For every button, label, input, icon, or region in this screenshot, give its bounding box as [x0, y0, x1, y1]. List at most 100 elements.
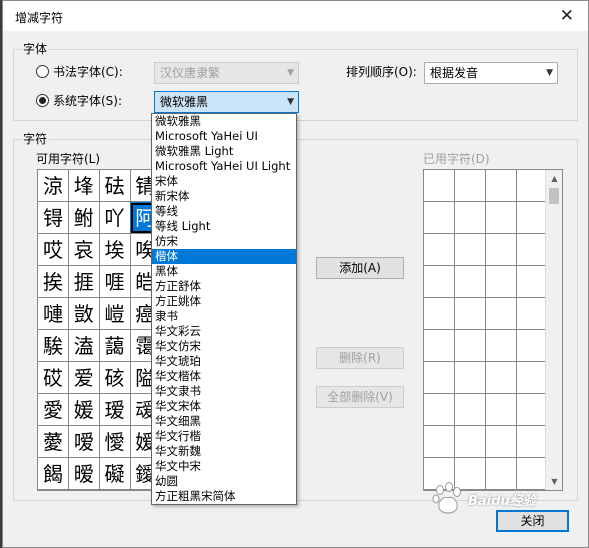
available-chars-grid[interactable]: 涼埄砝锖锝鲋吖阿哎哀埃唉挨捱啀皑嗹敳嵦癌騃溘藹霭砹爱硋隘愛媛瑷叆薆嗳懓嫒餲暧礙鑀: [37, 169, 162, 491]
used-char-cell[interactable]: [486, 394, 517, 426]
char-cell[interactable]: 嗳: [68, 426, 100, 458]
font-option[interactable]: 华文细黑: [152, 414, 296, 429]
font-option[interactable]: 方正舒体: [152, 279, 296, 294]
char-cell[interactable]: 哀: [68, 234, 100, 266]
used-char-cell[interactable]: [517, 362, 548, 394]
char-cell[interactable]: 藹: [99, 330, 131, 362]
used-char-cell[interactable]: [486, 426, 517, 458]
char-cell[interactable]: 啀: [99, 266, 131, 298]
char-cell[interactable]: 涼: [38, 170, 69, 202]
char-cell[interactable]: 埄: [68, 170, 100, 202]
used-char-cell[interactable]: [486, 266, 517, 298]
font-option[interactable]: 华文楷体: [152, 369, 296, 384]
used-char-cell[interactable]: [455, 234, 486, 266]
char-cell[interactable]: 騃: [38, 330, 69, 362]
used-char-cell[interactable]: [486, 298, 517, 330]
font-option[interactable]: 华文新魏: [152, 444, 296, 459]
font-option[interactable]: 华文中宋: [152, 459, 296, 474]
char-cell[interactable]: 愛: [38, 394, 69, 426]
used-char-cell[interactable]: [486, 362, 517, 394]
used-char-cell[interactable]: [517, 266, 548, 298]
used-char-cell[interactable]: [455, 330, 486, 362]
used-char-cell[interactable]: [517, 426, 548, 458]
font-option[interactable]: 微软雅黑: [152, 114, 296, 129]
used-char-cell[interactable]: [455, 298, 486, 330]
used-char-cell[interactable]: [517, 394, 548, 426]
font-option[interactable]: 幼圆: [152, 474, 296, 489]
used-char-cell[interactable]: [486, 234, 517, 266]
font-option[interactable]: 方正姚体: [152, 294, 296, 309]
scroll-down-arrow-icon[interactable]: ▼: [546, 473, 562, 490]
used-char-cell[interactable]: [424, 234, 455, 266]
char-cell[interactable]: 溘: [68, 330, 100, 362]
used-char-cell[interactable]: [455, 266, 486, 298]
delete-button[interactable]: 删除(R): [316, 347, 404, 369]
used-char-cell[interactable]: [517, 330, 548, 362]
used-char-cell[interactable]: [486, 202, 517, 234]
used-char-cell[interactable]: [455, 170, 486, 202]
used-char-cell[interactable]: [455, 362, 486, 394]
used-char-cell[interactable]: [424, 170, 455, 202]
system-font-dropdown-list[interactable]: 微软雅黑 Microsoft YaHei UI 微软雅黑 Light Microsof…: [151, 113, 297, 505]
font-option[interactable]: 华文彩云: [152, 324, 296, 339]
font-option[interactable]: 华文宋体: [152, 399, 296, 414]
char-cell[interactable]: 砝: [99, 170, 131, 202]
char-cell[interactable]: 暧: [68, 458, 100, 490]
calligraphy-font-radio[interactable]: [36, 65, 49, 78]
used-char-cell[interactable]: [424, 298, 455, 330]
used-char-cell[interactable]: [424, 266, 455, 298]
font-option[interactable]: Microsoft YaHei UI Light: [152, 159, 296, 174]
used-char-cell[interactable]: [517, 458, 548, 490]
used-char-cell[interactable]: [455, 202, 486, 234]
font-option[interactable]: 楷体: [152, 249, 296, 264]
system-font-select[interactable]: 微软雅黑 ▼: [154, 91, 299, 113]
calligraphy-font-select[interactable]: 汉仪唐隶繁 ▼: [154, 62, 299, 84]
used-char-cell[interactable]: [424, 426, 455, 458]
add-button[interactable]: 添加(A): [316, 257, 404, 279]
char-cell[interactable]: 锝: [38, 202, 69, 234]
char-cell[interactable]: 嗹: [38, 298, 69, 330]
font-option[interactable]: 等线 Light: [152, 219, 296, 234]
used-char-cell[interactable]: [424, 362, 455, 394]
used-char-cell[interactable]: [517, 234, 548, 266]
font-option[interactable]: 宋体: [152, 174, 296, 189]
char-cell[interactable]: 埃: [99, 234, 131, 266]
used-char-cell[interactable]: [486, 458, 517, 490]
close-button[interactable]: 关闭: [496, 510, 569, 532]
system-font-radio[interactable]: [36, 94, 49, 107]
used-char-cell[interactable]: [486, 330, 517, 362]
char-cell[interactable]: 挨: [38, 266, 69, 298]
char-cell[interactable]: 礙: [99, 458, 131, 490]
font-option[interactable]: Microsoft YaHei UI: [152, 129, 296, 144]
used-char-cell[interactable]: [517, 170, 548, 202]
font-option[interactable]: 新宋体: [152, 189, 296, 204]
scroll-up-arrow-icon[interactable]: ▲: [546, 170, 562, 187]
char-cell[interactable]: 硋: [99, 362, 131, 394]
char-cell[interactable]: 懓: [99, 426, 131, 458]
font-option[interactable]: 方正粗黑宋简体: [152, 489, 296, 504]
used-char-cell[interactable]: [455, 394, 486, 426]
used-char-cell[interactable]: [424, 394, 455, 426]
font-option[interactable]: 隶书: [152, 309, 296, 324]
close-icon[interactable]: ✕: [560, 6, 574, 26]
char-cell[interactable]: 薆: [38, 426, 69, 458]
used-char-cell[interactable]: [455, 426, 486, 458]
used-char-cell[interactable]: [424, 330, 455, 362]
char-cell[interactable]: 捱: [68, 266, 100, 298]
char-cell[interactable]: 媛: [68, 394, 100, 426]
font-option[interactable]: 微软雅黑 Light: [152, 144, 296, 159]
used-char-cell[interactable]: [517, 202, 548, 234]
char-cell[interactable]: 哎: [38, 234, 69, 266]
font-option[interactable]: 华文仿宋: [152, 339, 296, 354]
font-option[interactable]: 等线: [152, 204, 296, 219]
used-chars-scrollbar[interactable]: ▲ ▼: [545, 170, 562, 490]
used-char-cell[interactable]: [486, 170, 517, 202]
font-option[interactable]: 华文琥珀: [152, 354, 296, 369]
char-cell[interactable]: 敳: [68, 298, 100, 330]
font-option[interactable]: 华文行楷: [152, 429, 296, 444]
used-char-cell[interactable]: [517, 298, 548, 330]
char-cell[interactable]: 吖: [99, 202, 131, 234]
scrollbar-thumb[interactable]: [549, 188, 559, 204]
font-option[interactable]: 仿宋: [152, 234, 296, 249]
char-cell[interactable]: 砹: [38, 362, 69, 394]
